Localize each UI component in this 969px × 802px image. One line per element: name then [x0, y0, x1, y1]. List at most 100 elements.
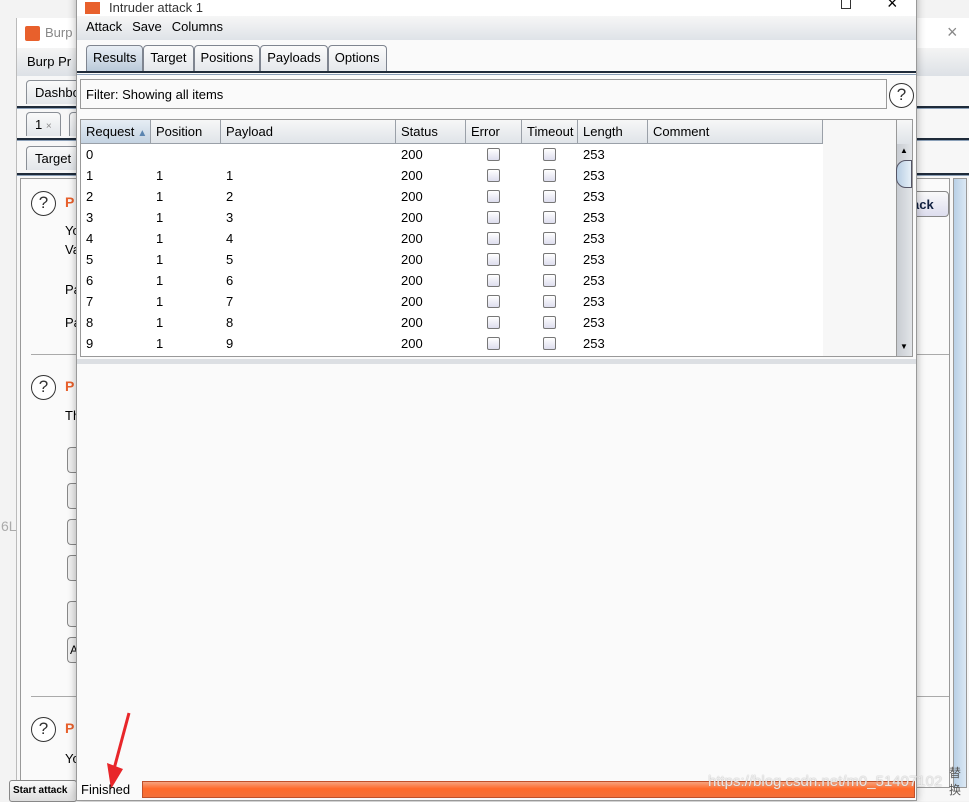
cell-status: 200 [401, 252, 423, 267]
checkbox[interactable] [543, 190, 556, 203]
checkbox[interactable] [543, 274, 556, 287]
column-header-comment[interactable]: Comment [648, 120, 823, 144]
checkbox[interactable] [487, 211, 500, 224]
cell-request: 4 [86, 231, 94, 246]
attack-status: Finished [81, 782, 131, 797]
table-row[interactable]: 9 1 9 200 253 [81, 333, 823, 354]
scroll-thumb[interactable] [896, 160, 912, 188]
vertical-scrollbar[interactable]: ▲ ▼ [896, 144, 912, 356]
section-heading: P [65, 720, 75, 736]
checkbox[interactable] [487, 295, 500, 308]
checkbox[interactable] [487, 253, 500, 266]
checkbox[interactable] [487, 316, 500, 329]
cell-position: 1 [156, 294, 164, 309]
start-attack-button[interactable]: Start attack [9, 780, 77, 802]
table-corner [896, 120, 912, 144]
bg-subtab-1[interactable]: 1 × [26, 112, 61, 136]
cell-comment [648, 270, 823, 291]
cell-request: 5 [86, 252, 94, 267]
cell-comment [648, 333, 823, 354]
cell-length: 253 [583, 168, 605, 183]
close-icon[interactable]: × [947, 22, 958, 43]
checkbox[interactable] [543, 232, 556, 245]
cell-error [466, 186, 522, 207]
table-row[interactable]: 4 1 4 200 253 [81, 228, 823, 249]
table-row[interactable]: 0 200 253 [81, 144, 823, 165]
column-header-length[interactable]: Length [578, 120, 648, 144]
burp-logo-icon [25, 26, 40, 41]
table-row[interactable]: 8 1 8 200 253 [81, 312, 823, 333]
help-icon[interactable]: ? [31, 191, 56, 216]
cell-length: 253 [583, 273, 605, 288]
checkbox[interactable] [487, 148, 500, 161]
table-row[interactable]: 6 1 6 200 253 [81, 270, 823, 291]
checkbox[interactable] [543, 169, 556, 182]
splitter-handle[interactable] [77, 359, 916, 364]
table-row[interactable]: 1 1 1 200 253 [81, 165, 823, 186]
column-header-status[interactable]: Status [396, 120, 466, 144]
column-header-request[interactable]: Request ▲ [81, 120, 151, 144]
filter-bar[interactable]: Filter: Showing all items [80, 79, 887, 109]
section-heading: P [65, 194, 75, 210]
table-row[interactable]: 3 1 3 200 253 [81, 207, 823, 228]
bg-menu-text[interactable]: Burp Pr [27, 54, 71, 69]
cell-status: 200 [401, 210, 423, 225]
table-row[interactable]: 7 1 7 200 253 [81, 291, 823, 312]
cell-request: 2 [86, 189, 94, 204]
column-label: Comment [653, 124, 710, 139]
scroll-up-icon[interactable]: ▲ [900, 146, 908, 155]
intruder-attack-window: Intruder attack 1 × Attack Save Columns … [76, 0, 917, 801]
cell-timeout [522, 312, 578, 333]
column-header-payload[interactable]: Payload [221, 120, 396, 144]
column-label: Timeout [527, 124, 574, 139]
cell-position: 1 [156, 189, 164, 204]
menu-attack[interactable]: Attack [86, 19, 122, 37]
cell-timeout [522, 291, 578, 312]
tab-results[interactable]: Results [86, 45, 144, 72]
cell-error [466, 165, 522, 186]
tab-target[interactable]: Target [143, 45, 194, 72]
checkbox[interactable] [543, 295, 556, 308]
column-label: Position [156, 124, 203, 139]
checkbox[interactable] [543, 337, 556, 350]
bg-tab-target[interactable]: Target [26, 146, 81, 170]
tab-options[interactable]: Options [327, 45, 387, 72]
divider [77, 71, 916, 75]
cell-error [466, 312, 522, 333]
help-icon[interactable]: ? [31, 717, 56, 742]
checkbox[interactable] [487, 274, 500, 287]
checkbox[interactable] [543, 253, 556, 266]
menu-save[interactable]: Save [132, 19, 162, 37]
checkbox[interactable] [487, 190, 500, 203]
tab-positions[interactable]: Positions [193, 45, 261, 72]
table-row[interactable]: 2 1 2 200 253 [81, 186, 823, 207]
column-header-error[interactable]: Error [466, 120, 522, 144]
column-header-position[interactable]: Position [151, 120, 221, 144]
cell-position [151, 144, 221, 165]
cell-position: 1 [156, 231, 164, 246]
cell-timeout [522, 186, 578, 207]
checkbox[interactable] [487, 232, 500, 245]
checkbox[interactable] [487, 337, 500, 350]
close-icon[interactable]: × [887, 0, 898, 14]
maximize-icon[interactable] [841, 0, 851, 9]
column-label: Status [401, 124, 438, 139]
cell-length: 253 [583, 294, 605, 309]
checkbox[interactable] [543, 316, 556, 329]
help-icon[interactable]: ? [31, 375, 56, 400]
checkbox[interactable] [543, 148, 556, 161]
bg-scrollbar[interactable] [953, 178, 967, 788]
table-row[interactable]: 5 1 5 200 253 [81, 249, 823, 270]
menu-columns[interactable]: Columns [172, 19, 223, 37]
checkbox[interactable] [543, 211, 556, 224]
cell-request: 7 [86, 294, 94, 309]
scroll-down-icon[interactable]: ▼ [900, 342, 908, 351]
tab-payloads[interactable]: Payloads [260, 45, 328, 72]
checkbox[interactable] [487, 169, 500, 182]
close-icon[interactable]: × [46, 121, 52, 132]
help-icon[interactable]: ? [889, 83, 914, 108]
cell-payload: 6 [226, 273, 234, 288]
cell-position: 1 [156, 210, 164, 225]
column-header-timeout[interactable]: Timeout [522, 120, 578, 144]
column-label: Error [471, 124, 500, 139]
